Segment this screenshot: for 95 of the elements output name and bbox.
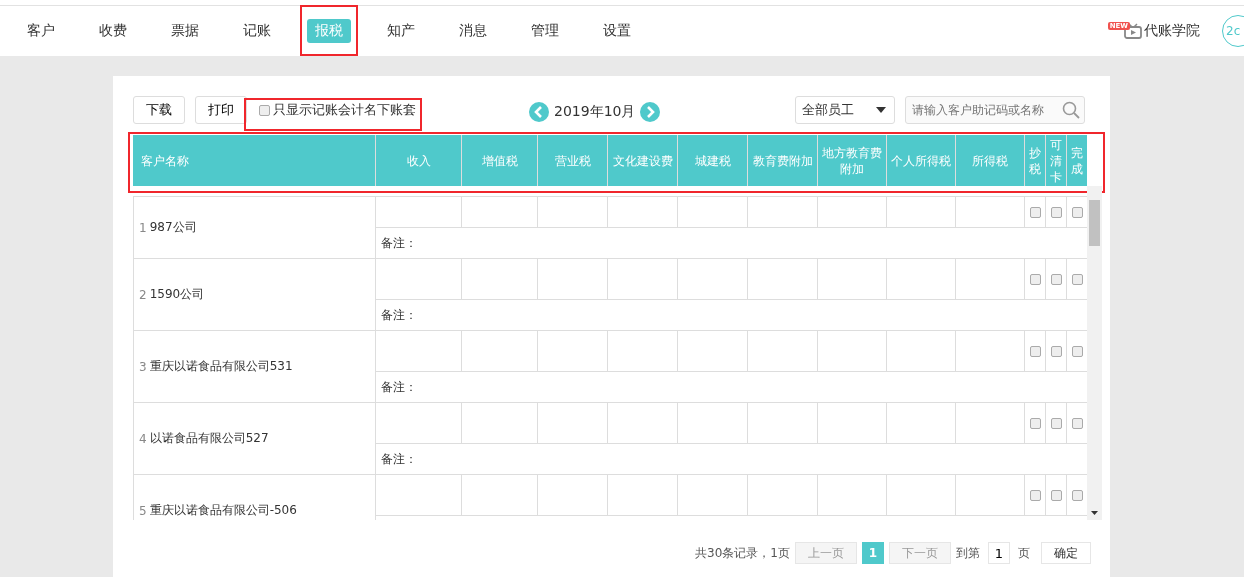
- row-checkbox[interactable]: [1071, 489, 1083, 501]
- table-cell: [818, 331, 887, 372]
- remark-cell: 备注：: [376, 372, 1088, 403]
- table-cell: 5 重庆以诺食品有限公司-506: [134, 475, 376, 520]
- column-header: 增值税: [461, 135, 537, 186]
- row-checkbox[interactable]: [1071, 206, 1083, 218]
- nav-tab[interactable]: 设置: [595, 19, 639, 43]
- scroll-down-icon[interactable]: [1091, 511, 1098, 515]
- table-cell: [887, 475, 956, 516]
- confirm-button[interactable]: 确定: [1041, 542, 1091, 564]
- scrollbar[interactable]: [1087, 186, 1102, 520]
- row-checkbox[interactable]: [1050, 206, 1062, 218]
- row-checkbox[interactable]: [1029, 206, 1041, 218]
- table-cell: [608, 475, 678, 516]
- page-unit-label: 页: [1018, 544, 1030, 562]
- table-cell: [678, 475, 748, 516]
- row-checkbox[interactable]: [1050, 417, 1062, 429]
- period-label: 2019年10月: [554, 103, 636, 121]
- column-header: 抄税: [1024, 135, 1045, 186]
- table-cell: [608, 331, 678, 372]
- nav-tab[interactable]: 客户: [19, 19, 63, 43]
- filter-checkbox[interactable]: 只显示记账会计名下账套: [257, 101, 416, 119]
- row-checkbox[interactable]: [1071, 345, 1083, 357]
- academy-link[interactable]: 代账学院: [1144, 22, 1200, 40]
- table-cell: [538, 403, 608, 444]
- table-cell: [678, 259, 748, 300]
- row-checkbox[interactable]: [1029, 489, 1041, 501]
- table-cell: [608, 259, 678, 300]
- download-button[interactable]: 下载: [133, 96, 185, 124]
- scrollbar-thumb[interactable]: [1089, 200, 1100, 246]
- nav-tab[interactable]: 知产: [379, 19, 423, 43]
- table-cell: [538, 331, 608, 372]
- column-header: 教育费附加: [747, 135, 817, 186]
- table-cell: [818, 475, 887, 516]
- table-cell: [678, 403, 748, 444]
- table-cell: [538, 475, 608, 516]
- goto-label: 到第: [956, 544, 980, 562]
- table-cell: [748, 259, 818, 300]
- table-cell: [608, 196, 678, 228]
- nav-tab[interactable]: 记账: [235, 19, 279, 43]
- table-cell: [818, 403, 887, 444]
- table-cell: [678, 196, 748, 228]
- caret-icon: [876, 107, 887, 113]
- table-cell: [887, 403, 956, 444]
- table-cell: [678, 331, 748, 372]
- print-button[interactable]: 打印: [195, 96, 247, 124]
- column-header: 营业税: [537, 135, 607, 186]
- row-checkbox[interactable]: [1050, 489, 1062, 501]
- table-cell: 3 重庆以诺食品有限公司531: [134, 331, 376, 403]
- column-header: 客户名称: [140, 152, 190, 170]
- nav-tab[interactable]: 管理: [523, 19, 567, 43]
- page-input[interactable]: 1: [988, 542, 1010, 564]
- column-header: 收入: [375, 135, 461, 186]
- nav-tab[interactable]: 收费: [91, 19, 135, 43]
- staff-dropdown[interactable]: 全部员工: [795, 96, 896, 124]
- table-cell: [887, 196, 956, 228]
- remark-cell: 备注：: [376, 300, 1088, 331]
- column-header: 个人所得税: [886, 135, 955, 186]
- table-cell: 2 1590公司: [134, 259, 376, 331]
- table-cell: [748, 475, 818, 516]
- remark-cell: 备注：: [376, 228, 1088, 259]
- row-checkbox[interactable]: [1071, 417, 1083, 429]
- row-checkbox[interactable]: [1050, 273, 1062, 285]
- table-cell: [818, 259, 887, 300]
- row-checkbox[interactable]: [1029, 417, 1041, 429]
- column-header: 文化建设费: [607, 135, 677, 186]
- table-cell: [748, 331, 818, 372]
- search-icon: [1062, 101, 1081, 119]
- table-cell: [887, 331, 956, 372]
- table-cell: [608, 403, 678, 444]
- row-checkbox[interactable]: [1029, 345, 1041, 357]
- previous-icon[interactable]: [529, 102, 549, 122]
- table-cell: [748, 196, 818, 228]
- table-cell: 1 987公司: [134, 196, 376, 259]
- table-cell: [818, 196, 887, 228]
- row-checkbox[interactable]: [1050, 345, 1062, 357]
- table-cell: [538, 259, 608, 300]
- nav-tab[interactable]: 票据: [163, 19, 207, 43]
- column-header: 城建税: [677, 135, 747, 186]
- table-cell: [748, 403, 818, 444]
- table-cell: [887, 259, 956, 300]
- remark-cell: 备注：: [376, 444, 1088, 475]
- next-icon[interactable]: [640, 102, 661, 122]
- column-header: 地方教育费附加: [817, 135, 886, 186]
- row-checkbox[interactable]: [1071, 273, 1083, 285]
- column-header: 完成: [1066, 135, 1087, 186]
- column-header: 可清卡: [1045, 135, 1066, 186]
- search-field[interactable]: 请输入客户助记码或名称: [905, 96, 1086, 124]
- nav-tab[interactable]: 消息: [451, 19, 495, 43]
- table-cell: 4 以诺食品有限公司527: [134, 403, 376, 475]
- highlight-frame: [300, 5, 358, 56]
- column-header: 所得税: [955, 135, 1024, 186]
- table-cell: [538, 196, 608, 228]
- record-summary: 共30条记录，1页: [695, 544, 790, 562]
- row-checkbox[interactable]: [1029, 273, 1041, 285]
